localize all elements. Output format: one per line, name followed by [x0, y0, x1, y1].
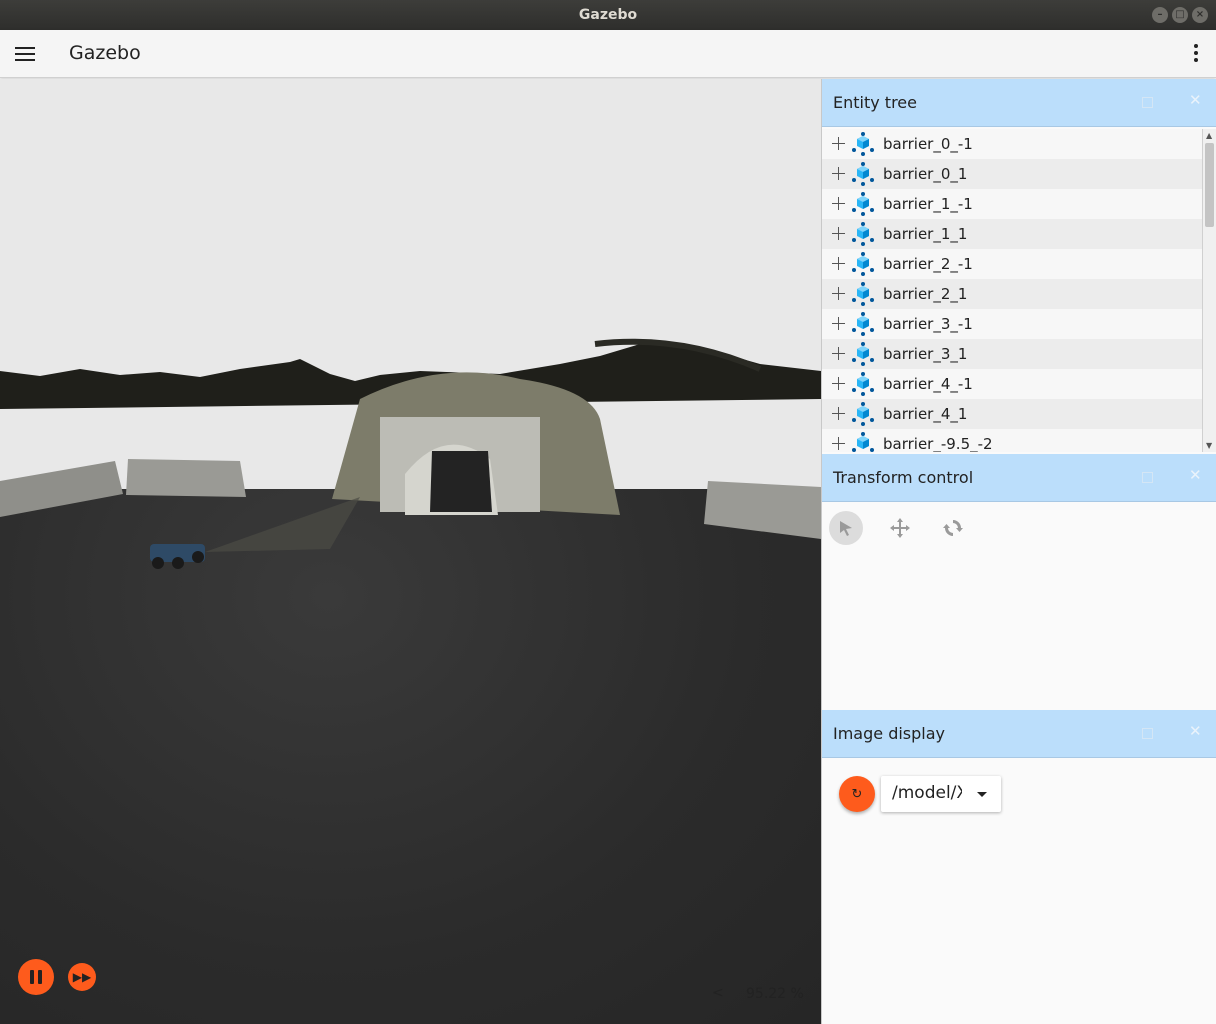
pause-icon	[30, 970, 34, 984]
expand-icon[interactable]	[832, 287, 846, 301]
model-icon	[852, 252, 874, 276]
app-title: Gazebo	[69, 42, 141, 64]
tree-item[interactable]: barrier_0_1	[822, 159, 1202, 189]
scene-viewport[interactable]: ▶▶ < 95.22 %	[0, 79, 821, 1024]
entity-tree-header: Entity tree ✕	[822, 79, 1216, 127]
tree-item-label: barrier_2_1	[883, 285, 968, 303]
panel-title: Transform control	[833, 468, 974, 487]
refresh-icon: ↻	[851, 786, 863, 802]
model-icon	[852, 132, 874, 156]
close-panel-icon[interactable]: ✕	[1189, 722, 1202, 740]
tree-item[interactable]: barrier_3_-1	[822, 309, 1202, 339]
app-toolbar: Gazebo	[0, 30, 1216, 78]
expand-icon[interactable]	[832, 257, 846, 271]
model-icon	[852, 342, 874, 366]
tree-item[interactable]: barrier_4_-1	[822, 369, 1202, 399]
select-icon	[840, 521, 852, 536]
tree-item[interactable]: barrier_1_-1	[822, 189, 1202, 219]
image-display-header: Image display ✕	[822, 710, 1216, 758]
scroll-thumb[interactable]	[1205, 143, 1214, 227]
window-controls: – □ ×	[1152, 7, 1208, 23]
right-dock: Entity tree ✕ barrier_0_-1 barrier_0_1 bar…	[821, 79, 1216, 1024]
panel-title: Entity tree	[833, 93, 917, 112]
translate-tool-button[interactable]	[883, 511, 917, 545]
expand-icon[interactable]	[832, 407, 846, 421]
tree-item-label: barrier_4_-1	[883, 375, 973, 393]
tree-item[interactable]: barrier_2_-1	[822, 249, 1202, 279]
tree-item-label: barrier_2_-1	[883, 255, 973, 273]
dropdown-arrow-icon	[977, 792, 987, 797]
model-icon	[852, 402, 874, 426]
tree-item-label: barrier_4_1	[883, 405, 968, 423]
tree-item-label: barrier_3_1	[883, 345, 968, 363]
maximize-panel-icon[interactable]	[1142, 728, 1153, 739]
tree-scrollbar[interactable]: ▲ ▼	[1202, 129, 1216, 452]
model-icon	[852, 162, 874, 186]
scene-geometry	[0, 338, 821, 569]
rotate-tool-button[interactable]	[936, 511, 970, 545]
window-title: Gazebo	[578, 7, 638, 23]
expand-icon[interactable]	[832, 347, 846, 361]
tree-item[interactable]: barrier_-9.5_-2	[822, 429, 1202, 452]
tree-item-label: barrier_0_-1	[883, 135, 973, 153]
expand-icon[interactable]	[832, 227, 846, 241]
maximize-panel-icon[interactable]	[1142, 472, 1153, 483]
kebab-icon[interactable]	[1194, 44, 1198, 64]
window-titlebar: Gazebo – □ ×	[0, 0, 1216, 30]
tree-item[interactable]: barrier_0_-1	[822, 129, 1202, 159]
chevron-left-icon[interactable]: <	[712, 985, 724, 1001]
fast-forward-icon: ▶▶	[72, 970, 92, 984]
panel-title: Image display	[833, 724, 946, 743]
scroll-up-icon[interactable]: ▲	[1206, 131, 1212, 140]
transform-control-header: Transform control ✕	[822, 454, 1216, 502]
tree-item-label: barrier_1_-1	[883, 195, 973, 213]
step-button[interactable]: ▶▶	[68, 963, 96, 991]
entity-tree-list[interactable]: barrier_0_-1 barrier_0_1 barrier_1_-1barri…	[822, 129, 1202, 452]
expand-icon[interactable]	[832, 437, 846, 451]
tree-item-label: barrier_3_-1	[883, 315, 973, 333]
tree-item[interactable]: barrier_1_1	[822, 219, 1202, 249]
refresh-button[interactable]: ↻	[839, 776, 875, 812]
tree-item[interactable]: barrier_3_1	[822, 339, 1202, 369]
tree-item[interactable]: barrier_4_1	[822, 399, 1202, 429]
tree-item[interactable]: barrier_2_1	[822, 279, 1202, 309]
expand-icon[interactable]	[832, 137, 846, 151]
model-icon	[852, 312, 874, 336]
expand-icon[interactable]	[832, 377, 846, 391]
scroll-down-icon[interactable]: ▼	[1206, 441, 1212, 450]
topic-dropdown[interactable]: /model/X	[881, 776, 1001, 812]
close-panel-icon[interactable]: ✕	[1189, 466, 1202, 484]
model-icon	[852, 282, 874, 306]
tree-item-label: barrier_1_1	[883, 225, 968, 243]
expand-icon[interactable]	[832, 197, 846, 211]
expand-icon[interactable]	[832, 167, 846, 181]
model-icon	[852, 372, 874, 396]
translate-icon	[890, 518, 910, 538]
expand-icon[interactable]	[832, 317, 846, 331]
maximize-panel-icon[interactable]	[1142, 97, 1153, 108]
model-icon	[852, 192, 874, 216]
pause-button[interactable]	[18, 959, 54, 995]
tree-item-label: barrier_0_1	[883, 165, 968, 183]
model-icon	[852, 222, 874, 246]
tree-item-label: barrier_-9.5_-2	[883, 435, 993, 452]
real-time-factor: 95.22 %	[746, 986, 804, 1002]
maximize-icon[interactable]: □	[1172, 7, 1188, 23]
hamburger-icon[interactable]	[15, 47, 35, 61]
close-panel-icon[interactable]: ✕	[1189, 91, 1202, 109]
close-icon[interactable]: ×	[1192, 7, 1208, 23]
rotate-icon	[943, 520, 963, 536]
model-icon	[852, 432, 874, 452]
topic-value: /model/X	[892, 783, 962, 803]
minimize-icon[interactable]: –	[1152, 7, 1168, 23]
select-tool-button[interactable]	[829, 511, 863, 545]
